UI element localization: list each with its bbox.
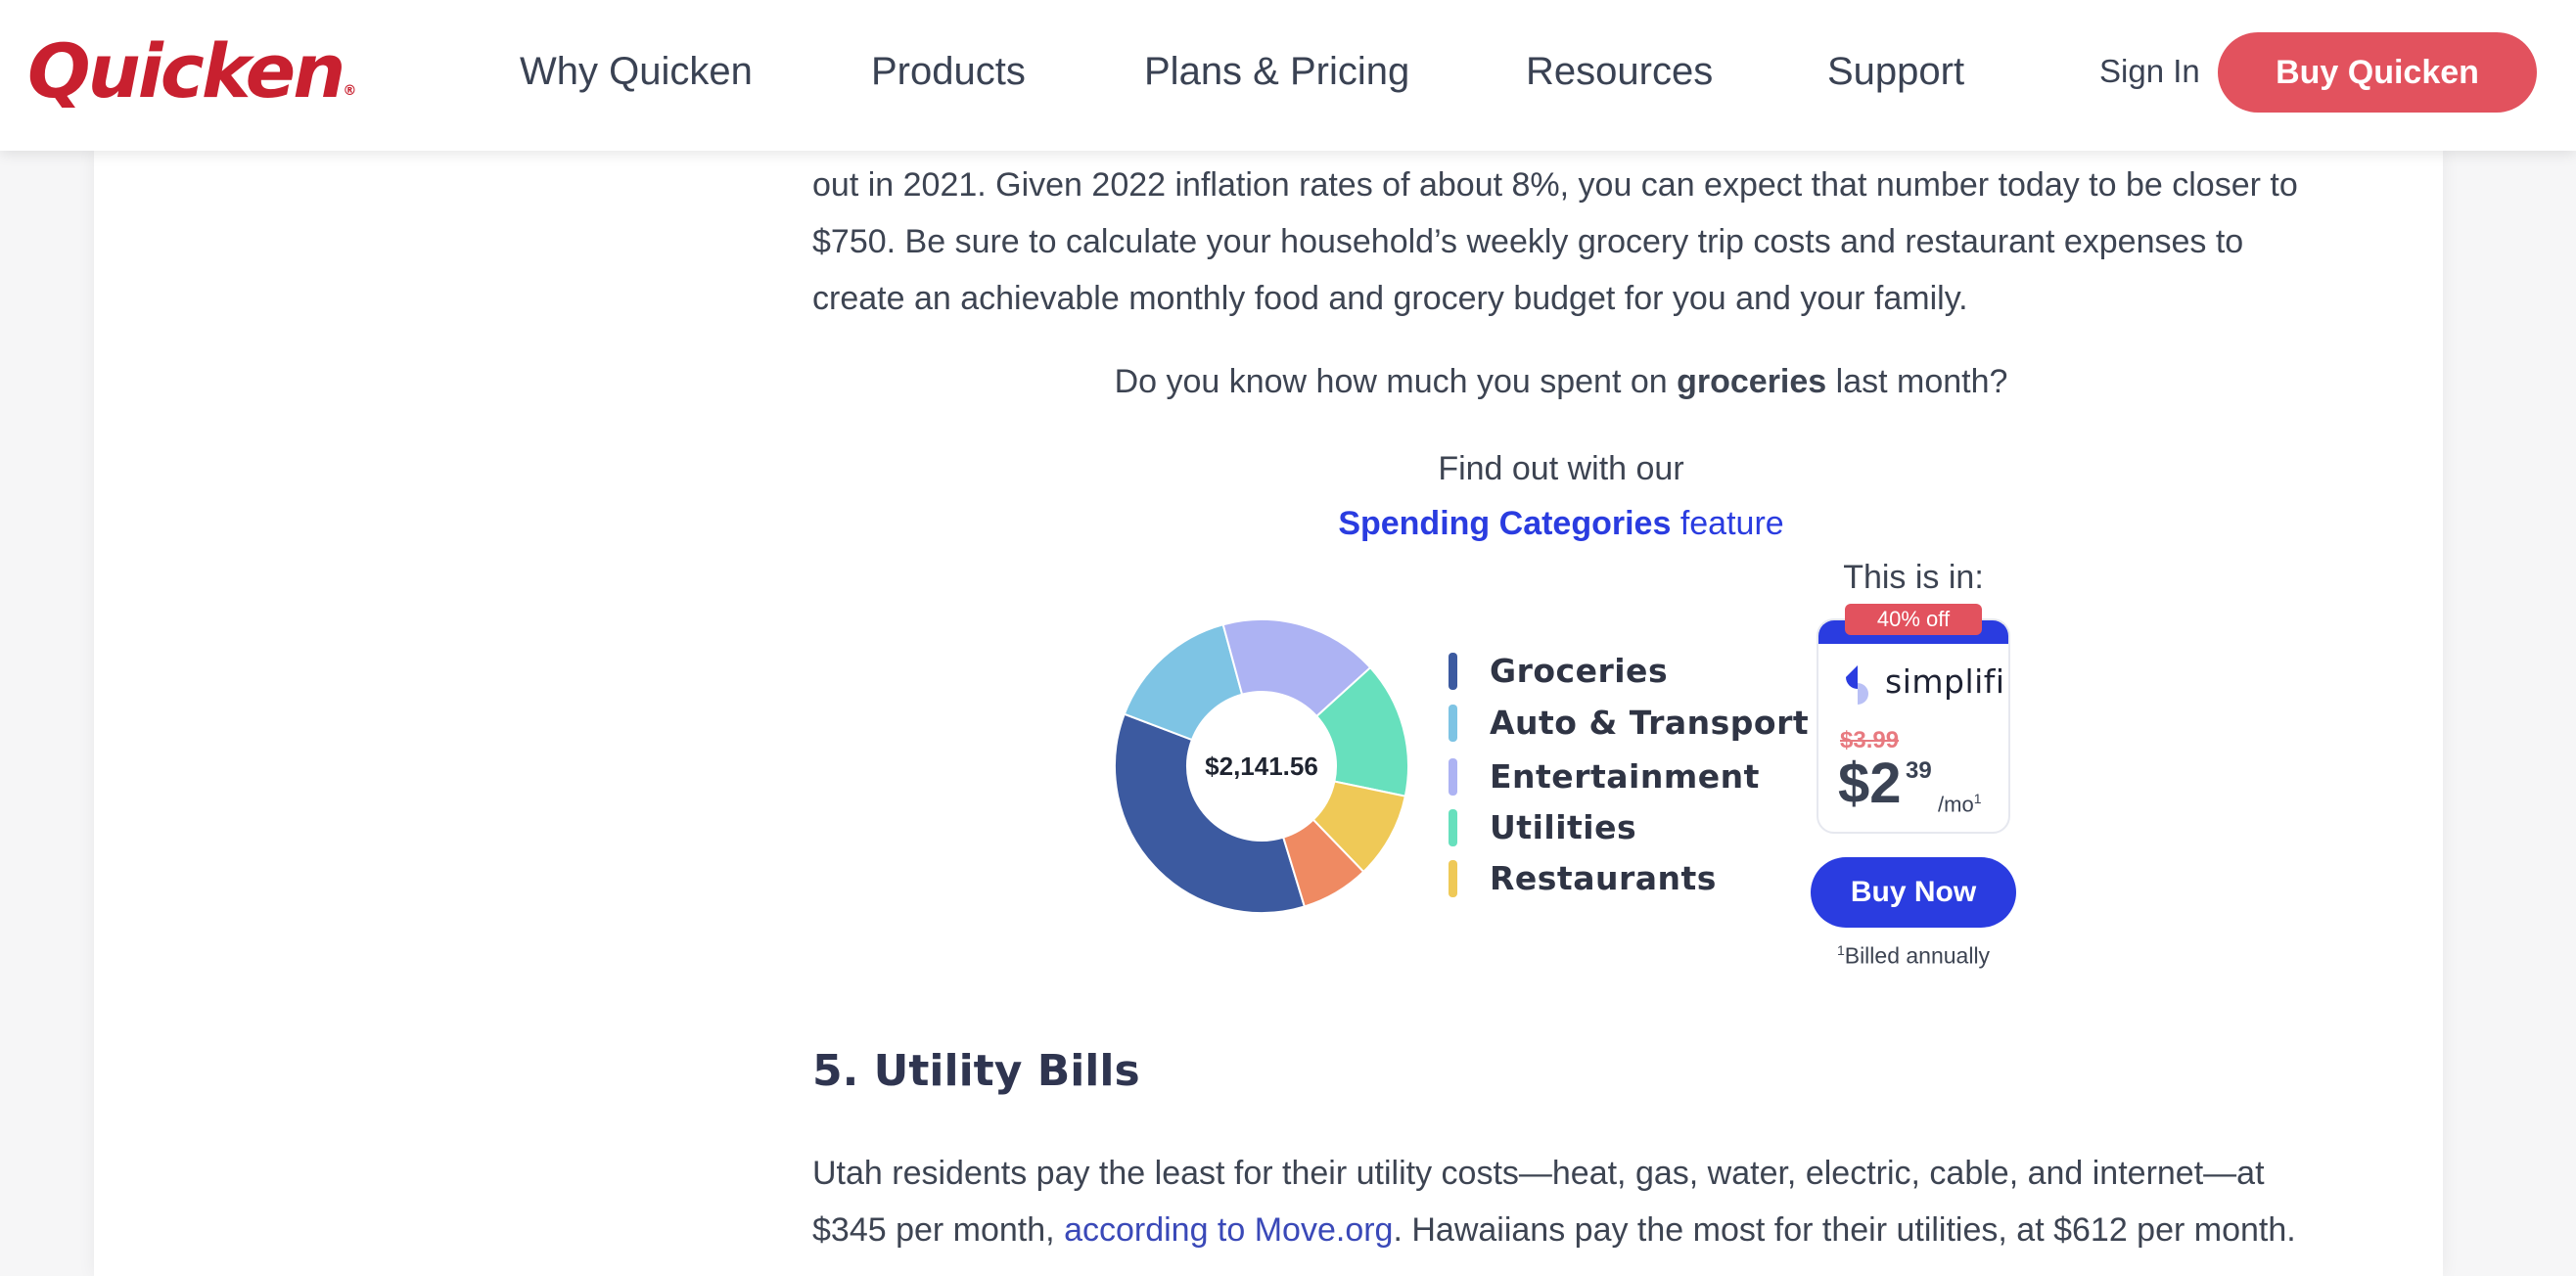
section-heading: 5. Utility Bills <box>812 1046 1140 1096</box>
price-unit: /mo1 <box>1938 785 1981 818</box>
nav-products[interactable]: Products <box>871 47 1026 96</box>
simplifi-logo-icon <box>1846 665 1868 705</box>
article-paragraph: out in 2021. Given 2022 inflation rates … <box>812 157 2339 327</box>
price-unit-text: /mo <box>1938 792 1974 817</box>
legend-label: Groceries <box>1490 652 1669 690</box>
legend-swatch <box>1449 860 1457 897</box>
feature-link-name: Spending Categories <box>1338 505 1672 542</box>
legend-label: Entertainment <box>1490 757 1760 796</box>
utility-paragraph: Utah residents pay the least for their u… <box>812 1145 2339 1258</box>
question-bold: groceries <box>1677 363 1827 400</box>
billed-text: Billed annually <box>1844 942 1991 969</box>
feature-suffix: feature <box>1671 505 1784 542</box>
question-text: Do you know how much you spent on <box>1114 363 1678 400</box>
find-out-text: Find out with our <box>1438 450 1684 487</box>
spending-categories-link[interactable]: Spending Categories feature <box>812 500 2310 547</box>
buy-now-button[interactable]: Buy Now <box>1811 857 2016 928</box>
paragraph-line: $750. Be sure to calculate your househol… <box>812 223 2244 260</box>
paragraph-line: create an achievable monthly food and gr… <box>812 280 1968 317</box>
nav-why-quicken[interactable]: Why Quicken <box>520 47 753 96</box>
registered-mark: ® <box>343 83 357 99</box>
paragraph-line: $345 per month, according to Move.org. H… <box>812 1202 2339 1258</box>
price-dollars: $2 <box>1838 752 1902 815</box>
site-header: Quicken® Why Quicken Products Plans & Pr… <box>0 0 2576 151</box>
this-is-in-label: This is in: <box>1843 559 1984 596</box>
discount-badge: 40% off <box>1845 604 1982 635</box>
paragraph-line: Utah residents pay the least for their u… <box>812 1155 2265 1192</box>
simplifi-name: simplifi <box>1885 662 2005 701</box>
move-org-link[interactable]: according to Move.org <box>1064 1211 1393 1249</box>
paragraph-text: $345 per month, <box>812 1211 1065 1249</box>
grocery-question: Do you know how much you spent on grocer… <box>812 358 2310 405</box>
legend-label: Restaurants <box>1490 859 1717 897</box>
legend-swatch <box>1449 653 1457 690</box>
footnote-mark: 1 <box>1973 791 1982 806</box>
logo-text: Quicken <box>27 27 345 114</box>
legend-swatch <box>1449 705 1457 742</box>
legend-swatch <box>1449 809 1457 846</box>
footnote-mark: 1 <box>1836 942 1845 958</box>
nav-resources[interactable]: Resources <box>1526 47 1713 96</box>
donut-total: $2,141.56 <box>1205 752 1318 781</box>
legend-swatch <box>1449 758 1457 796</box>
sign-in-link[interactable]: Sign In <box>2099 51 2200 92</box>
legend-label: Utilities <box>1490 808 1637 846</box>
legend-label: Auto & Transport <box>1490 704 1810 742</box>
nav-plans-pricing[interactable]: Plans & Pricing <box>1144 47 1409 96</box>
donut-slice <box>1114 712 1307 914</box>
paragraph-text: . Hawaiians pay the most for their utili… <box>1393 1211 2296 1249</box>
buy-quicken-button[interactable]: Buy Quicken <box>2218 32 2537 113</box>
quicken-logo[interactable]: Quicken® <box>27 27 356 115</box>
billed-annually-note: 1Billed annually <box>1811 935 2016 971</box>
paragraph-line: out in 2021. Given 2022 inflation rates … <box>812 166 2298 204</box>
question-text-end: last month? <box>1826 363 2008 400</box>
price-cents: 39 <box>1906 757 1932 784</box>
nav-support[interactable]: Support <box>1827 47 1964 96</box>
